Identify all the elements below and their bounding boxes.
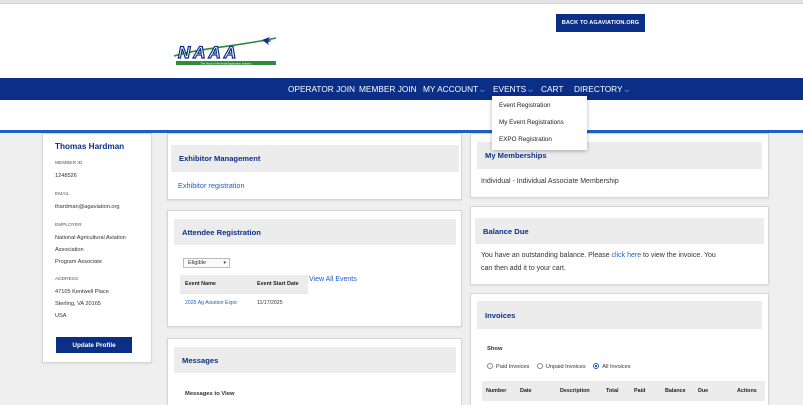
attendee-filter-select[interactable]: Eligible ▾ [183, 258, 230, 268]
col-event-name: Event Name [180, 275, 252, 293]
employer-line-2: Association [55, 247, 84, 253]
membership-type: Individual - Individual Associate Member… [481, 178, 619, 185]
radio-unpaid-label: Unpaid Invoices [545, 364, 586, 370]
chevron-down-icon: ⌵ [528, 88, 533, 94]
invoices-title: Invoices [477, 301, 762, 329]
attendee-title: Attendee Registration [174, 219, 456, 245]
radio-all-invoices[interactable]: All Invoices [593, 363, 631, 370]
click-here-link[interactable]: click here [612, 252, 642, 259]
events-dropdown-menu: Event Registration My Event Registration… [492, 96, 587, 150]
nav-events-label: EVENTS [493, 84, 527, 94]
attendee-card: Attendee Registration Eligible ▾ Event Na… [167, 210, 462, 327]
col-actions: Actions [737, 388, 757, 394]
logo-tagline: The Voice of the Aerial Application Indu… [201, 61, 253, 65]
col-paid: Paid [634, 388, 646, 394]
messages-card: Messages Messages to View [167, 338, 462, 405]
exhibitor-registration-link[interactable]: Exhibitor registration [178, 181, 245, 190]
balance-message-line-2: can then add it to your cart. [481, 265, 566, 272]
event-name-cell[interactable]: 2025 Ag Aviation Expo [180, 293, 252, 311]
radio-paid-invoices[interactable]: Paid Invoices [487, 363, 530, 370]
nav-operator-join[interactable]: OPERATOR JOIN [288, 78, 355, 100]
chevron-down-icon: ▾ [223, 260, 226, 266]
nav-my-account[interactable]: MY ACCOUNT ⌵ [423, 78, 485, 100]
radio-paid-label: Paid Invoices [496, 364, 530, 370]
main-nav: OPERATOR JOIN MEMBER JOIN MY ACCOUNT ⌵ EV… [0, 78, 803, 100]
col-balance: Balance [665, 388, 686, 394]
event-date-cell: 11/17/2025 [252, 293, 308, 311]
balance-card: Balance Due You have an outstanding bala… [470, 206, 769, 285]
email-label: EMAIL [55, 192, 70, 197]
radio-circle-icon [536, 363, 543, 369]
update-profile-button[interactable]: Update Profile [56, 337, 132, 353]
chevron-down-icon: ⌵ [480, 88, 485, 94]
employer-label: EMPLOYER [55, 223, 82, 228]
back-to-agaviation-button[interactable]: BACK TO AGAVIATION.ORG [556, 14, 645, 32]
nav-my-account-label: MY ACCOUNT [423, 84, 479, 94]
nav-member-join[interactable]: MEMBER JOIN [359, 78, 417, 100]
radio-unpaid-invoices[interactable]: Unpaid Invoices [536, 363, 586, 370]
col-due: Due [698, 388, 709, 394]
col-total: Total [606, 388, 619, 394]
employer-line-3: Program Associate [55, 259, 102, 265]
invoice-filter-radios: Paid Invoices Unpaid Invoices All Invoic… [487, 363, 631, 370]
site-header: BACK TO AGAVIATION.ORG NAAA The Voice of… [0, 4, 803, 78]
radio-circle-icon [487, 363, 493, 369]
menu-item-my-event-registrations[interactable]: My Event Registrations [499, 119, 564, 126]
sub-header-band [0, 100, 803, 130]
menu-item-event-registration[interactable]: Event Registration [499, 102, 550, 109]
col-date: Date [520, 388, 532, 394]
invoices-table-header: Number Date Description Total Paid Balan… [482, 381, 765, 401]
invoices-card: Invoices Show Paid Invoices Unpaid Invoi… [470, 293, 769, 405]
radio-selected-icon [593, 363, 600, 369]
address-line-3: USA [55, 313, 67, 319]
profile-card: Thomas Hardman MEMBER ID 1248526 EMAIL t… [42, 133, 152, 363]
nav-directory-label: DIRECTORY [574, 84, 623, 94]
messages-title: Messages [174, 347, 456, 373]
email-value: thardman@agaviation.org [55, 204, 120, 210]
col-event-start-date: Event Start Date [252, 275, 308, 293]
attendee-filter-value: Eligible [188, 260, 207, 266]
member-id-label: MEMBER ID [55, 161, 83, 166]
chevron-down-icon: ⌵ [624, 88, 630, 94]
airplane-icon [262, 37, 272, 45]
naaa-logo[interactable]: NAAA The Voice of the Aerial Application… [170, 34, 280, 70]
balance-message: You have an outstanding balance. Please … [481, 252, 716, 259]
menu-item-expo-registration[interactable]: EXPO Registration [499, 136, 552, 143]
balance-text-start: You have an outstanding balance. Please [481, 252, 612, 259]
employer-line-1: National Agricultural Aviation [55, 235, 126, 241]
address-line-1: 47105 Kentwell Place [55, 289, 109, 295]
col-number: Number [486, 388, 507, 394]
invoices-show-label: Show [487, 346, 503, 352]
radio-all-label: All Invoices [602, 364, 631, 370]
balance-text-end: to view the invoice. You [641, 252, 716, 259]
balance-title: Balance Due [475, 218, 764, 244]
exhibitor-card: Exhibitor Management Exhibitor registrat… [167, 133, 462, 200]
logo-wordmark: NAAA [178, 43, 239, 62]
address-line-2: Sterling, VA 20165 [55, 301, 101, 307]
address-label: ADDRESS [55, 277, 79, 282]
messages-subtitle: Messages to View [185, 391, 235, 397]
col-description: Description [560, 388, 590, 394]
member-id-value: 1248526 [55, 173, 77, 179]
view-all-events-link[interactable]: View All Events [309, 276, 357, 283]
profile-name: Thomas Hardman [55, 142, 125, 151]
exhibitor-title: Exhibitor Management [171, 145, 459, 172]
